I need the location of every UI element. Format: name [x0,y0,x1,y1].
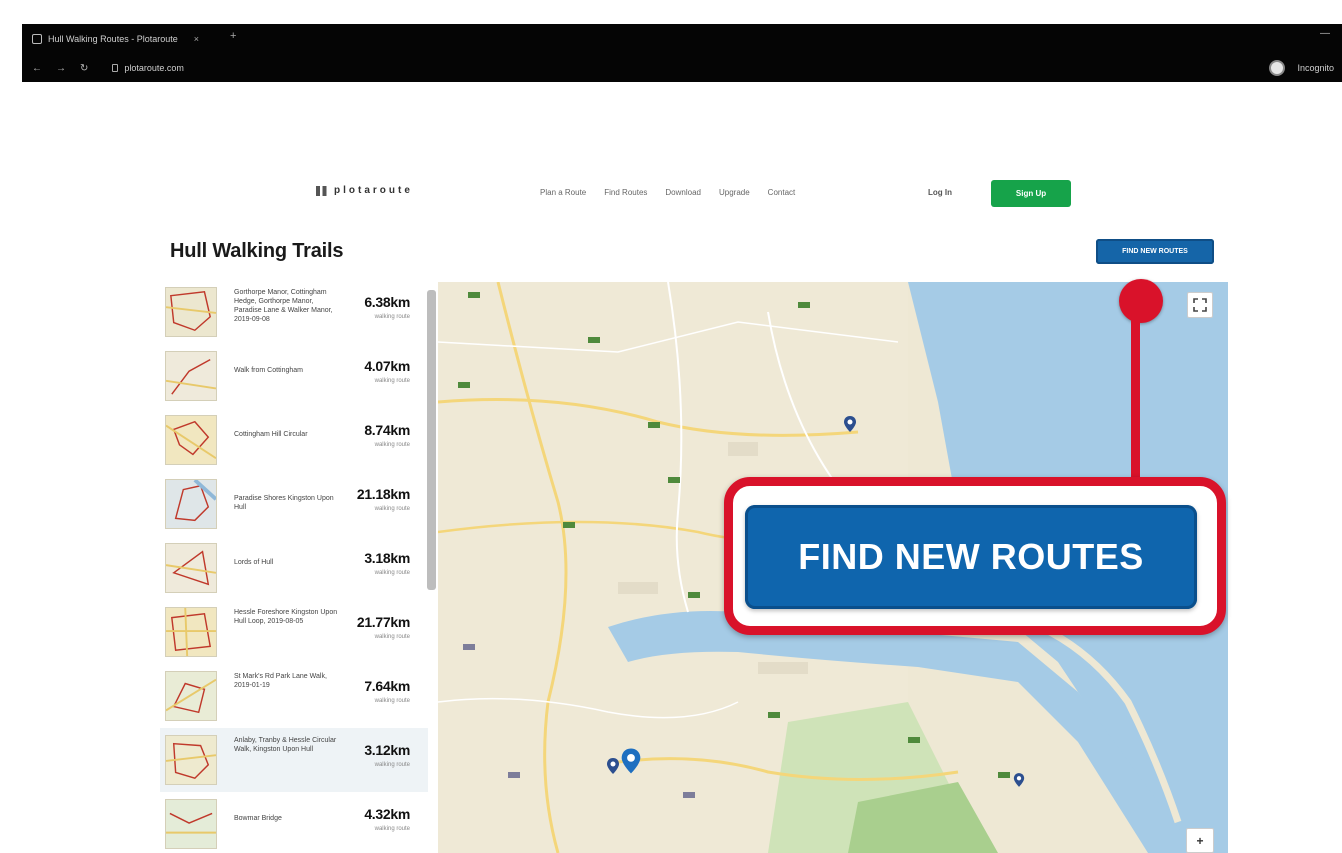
nav-item-upgrade[interactable]: Upgrade [719,188,750,197]
list-item-selected[interactable]: Anlaby, Tranby & Hessle Circular Walk, K… [160,728,428,792]
route-name: St Mark's Rd Park Lane Walk, 2019-01-19 [234,673,327,689]
route-name: Paradise Shores Kingston Upon Hull [234,495,334,511]
callout-connector-line [1131,318,1140,480]
signup-button[interactable]: Sign Up [991,180,1071,207]
route-distance: 8.74km [364,422,410,438]
route-list: Gorthorpe Manor, Cottingham Hedge, Gorth… [160,280,428,853]
map-fullscreen-button[interactable] [1187,292,1213,318]
logo-text: plotaroute [334,185,413,196]
list-item[interactable]: Walk from Cottingham 4.07km walking rout… [160,344,428,408]
route-name: Lords of Hull [234,559,274,566]
route-thumbnail [165,351,217,401]
route-type: walking route [374,826,410,832]
map-zoom-in-button[interactable]: + [1186,828,1214,853]
route-name: Bowmar Bridge [234,815,282,822]
route-distance: 3.12km [364,742,410,758]
route-distance: 4.07km [364,358,410,374]
route-type: walking route [374,698,410,704]
find-new-routes-button[interactable]: FIND NEW ROUTES [1096,239,1214,264]
route-type: walking route [374,634,410,640]
site-header: plotaroute Plan a Route Find Routes Down… [0,0,1342,220]
fullscreen-icon [1193,298,1207,312]
route-type: walking route [374,442,410,448]
nav-item-contact[interactable]: Contact [768,188,796,197]
route-distance: 21.18km [356,486,410,502]
list-item[interactable]: Paradise Shores Kingston Upon Hull 21.18… [160,472,428,536]
nav-item-plan[interactable]: Plan a Route [540,188,586,197]
route-distance: 7.64km [364,678,410,694]
route-thumbnail [165,607,217,657]
site-logo[interactable]: plotaroute [316,185,413,196]
route-type: walking route [374,378,410,384]
route-distance: 21.77km [356,614,410,630]
map-pin-icon[interactable] [843,415,857,433]
route-name: Walk from Cottingham [234,367,303,374]
route-thumbnail [165,543,217,593]
route-thumbnail [165,415,217,465]
route-type: walking route [374,506,410,512]
callout-find-new-routes-button[interactable]: FIND NEW ROUTES [745,505,1197,609]
map-pin-icon[interactable] [1013,772,1025,788]
list-item[interactable]: Cottingham Hill Circular 8.74km walking … [160,408,428,472]
list-item[interactable]: Lords of Hull 3.18km walking route [160,536,428,600]
route-name: Anlaby, Tranby & Hessle Circular Walk, K… [234,737,337,753]
nav-item-download[interactable]: Download [665,188,701,197]
map-pin-icon[interactable] [606,757,620,775]
logo-mark-icon [316,185,330,196]
list-item[interactable]: St Mark's Rd Park Lane Walk, 2019-01-19 … [160,664,428,728]
route-name: Gorthorpe Manor, Cottingham Hedge, Gorth… [234,289,333,323]
route-distance: 4.32km [364,806,410,822]
route-thumbnail [165,671,217,721]
login-link[interactable]: Log In [928,188,952,197]
route-distance: 6.38km [364,294,410,310]
route-thumbnail [165,479,217,529]
map-pin-icon[interactable] [620,747,642,775]
route-thumbnail [165,799,217,849]
route-thumbnail [165,287,217,337]
callout-marker-dot [1119,279,1163,323]
route-type: walking route [374,570,410,576]
page-title: Hull Walking Trails [170,240,344,262]
list-item[interactable]: Hessle Foreshore Kingston Upon Hull Loop… [160,600,428,664]
route-thumbnail [165,735,217,785]
route-name: Cottingham Hill Circular [234,431,308,438]
site-nav: Plan a Route Find Routes Download Upgrad… [540,188,795,197]
route-list-scrollbar[interactable] [427,290,436,590]
nav-item-find[interactable]: Find Routes [604,188,647,197]
route-type: walking route [374,762,410,768]
route-type: walking route [374,314,410,320]
route-distance: 3.18km [364,550,410,566]
list-item[interactable]: Bowmar Bridge 4.32km walking route [160,792,428,853]
list-item[interactable]: Gorthorpe Manor, Cottingham Hedge, Gorth… [160,280,428,344]
route-name: Hessle Foreshore Kingston Upon Hull Loop… [234,609,338,625]
